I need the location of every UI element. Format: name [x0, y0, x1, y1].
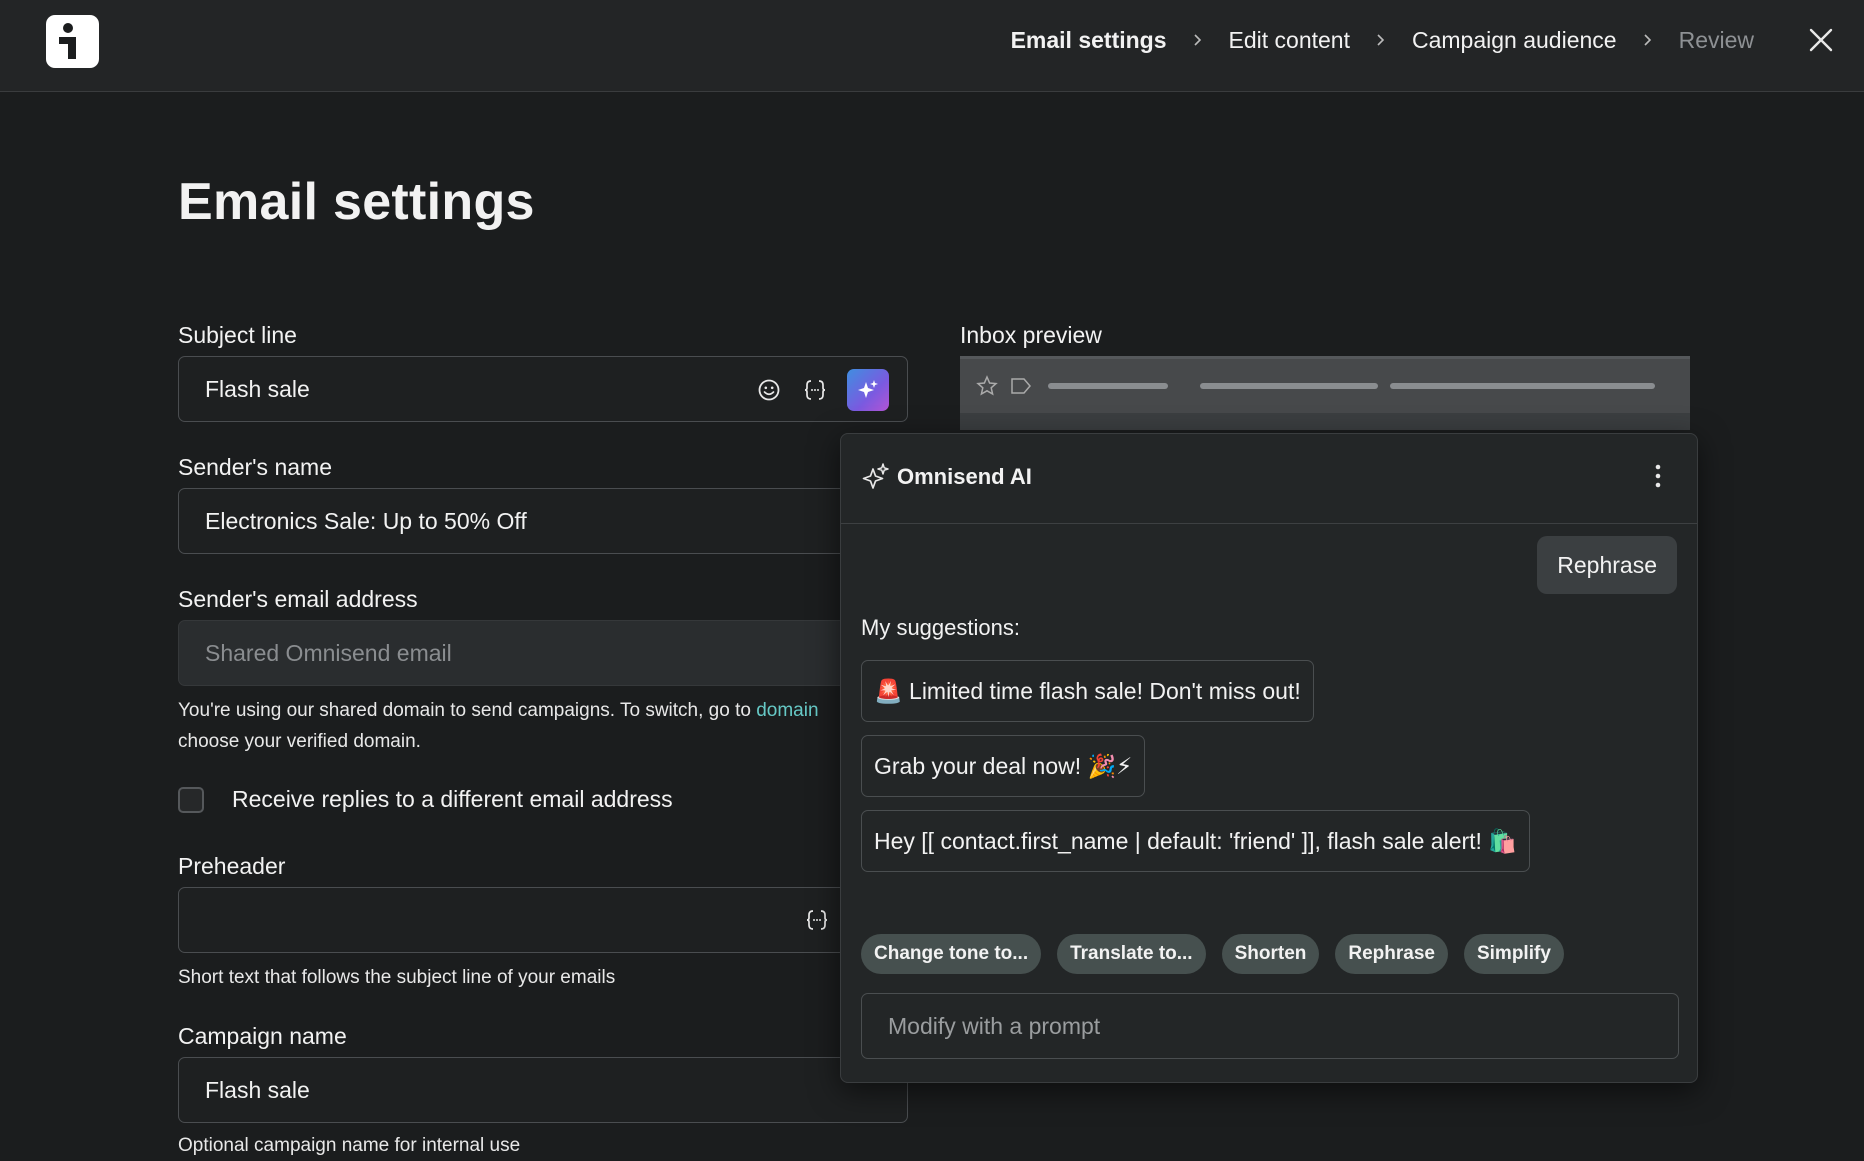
- chip-translate[interactable]: Translate to...: [1057, 934, 1206, 974]
- chip-simplify[interactable]: Simplify: [1463, 934, 1564, 974]
- suggestion-item[interactable]: Hey [[ contact.first_name | default: 'fr…: [861, 810, 1530, 872]
- email-settings-page: Email settings Edit content Campaign aud…: [0, 0, 1864, 1161]
- step-review[interactable]: Review: [1679, 27, 1754, 54]
- close-icon[interactable]: [1806, 25, 1836, 55]
- sender-email-helper: You're using our shared domain to send c…: [178, 695, 878, 757]
- ai-panel-title: Omnisend AI: [897, 464, 1032, 489]
- subject-line-input[interactable]: Flash sale: [178, 356, 908, 422]
- campaign-name-label: Campaign name: [178, 1023, 347, 1049]
- chevron-right-icon: [1644, 34, 1651, 46]
- suggestion-item[interactable]: Grab your deal now! 🎉⚡: [861, 735, 1146, 797]
- sparkle-icon: [862, 463, 889, 489]
- star-icon: [976, 375, 998, 396]
- ai-prompt-input[interactable]: Modify with a prompt: [861, 993, 1679, 1059]
- personalization-tag-icon[interactable]: [801, 376, 829, 404]
- campaign-name-helper: Optional campaign name for internal use: [178, 1135, 521, 1156]
- helper-text-line2: choose your verified domain.: [178, 731, 421, 752]
- preheader-helper: Short text that follows the subject line…: [178, 967, 616, 988]
- top-bar: Email settings Edit content Campaign aud…: [0, 0, 1864, 92]
- chevron-right-icon: [1193, 34, 1201, 46]
- campaign-name-value: Flash sale: [205, 1076, 310, 1103]
- replies-checkbox-label[interactable]: Receive replies to a different email add…: [232, 786, 673, 813]
- chip-shorten[interactable]: Shorten: [1221, 934, 1320, 974]
- preheader-label: Preheader: [178, 853, 286, 879]
- personalization-tag-icon[interactable]: [803, 906, 831, 934]
- wizard-steps: Email settings Edit content Campaign aud…: [1011, 0, 1754, 80]
- sender-name-input[interactable]: Electronics Sale: Up to 50% Off: [178, 488, 908, 554]
- sender-name-label: Sender's name: [178, 454, 332, 480]
- helper-text: You're using our shared domain to send c…: [178, 700, 757, 721]
- subject-line-value: Flash sale: [205, 375, 310, 402]
- sender-email-input: Shared Omnisend email: [178, 620, 908, 686]
- more-options-icon[interactable]: [1655, 464, 1661, 488]
- sender-email-value: Shared Omnisend email: [205, 639, 452, 666]
- inbox-preview-label: Inbox preview: [960, 322, 1102, 348]
- chevron-right-icon: [1377, 34, 1385, 46]
- sparkle-icon: [858, 380, 878, 398]
- domain-link[interactable]: domain: [756, 700, 818, 721]
- omnisend-logo[interactable]: [46, 15, 99, 68]
- step-campaign-audience[interactable]: Campaign audience: [1412, 27, 1617, 54]
- campaign-name-input[interactable]: Flash sale: [178, 1057, 908, 1123]
- label-tag-icon: [1011, 378, 1031, 394]
- subject-line-label: Subject line: [178, 322, 297, 348]
- inbox-preview-row: [960, 359, 1690, 413]
- omnisend-ai-panel: Omnisend AI Rephrase My suggestions: 🚨 L…: [840, 433, 1698, 1083]
- chip-change-tone[interactable]: Change tone to...: [861, 934, 1042, 974]
- emoji-icon[interactable]: [755, 376, 783, 404]
- step-email-settings[interactable]: Email settings: [1011, 27, 1167, 54]
- page-title: Email settings: [178, 173, 535, 231]
- sender-name-value: Electronics Sale: Up to 50% Off: [205, 507, 527, 534]
- suggestion-item[interactable]: 🚨 Limited time flash sale! Don't miss ou…: [861, 660, 1314, 722]
- chip-rephrase[interactable]: Rephrase: [1335, 934, 1448, 974]
- user-message-bubble: Rephrase: [1537, 536, 1677, 594]
- replies-checkbox[interactable]: [178, 786, 204, 813]
- sender-email-label: Sender's email address: [178, 586, 418, 612]
- ai-panel-header: Omnisend AI: [841, 434, 1697, 524]
- inbox-preview: [960, 356, 1690, 430]
- step-edit-content[interactable]: Edit content: [1229, 27, 1350, 54]
- preheader-input[interactable]: [178, 887, 908, 953]
- replies-checkbox-row[interactable]: Receive replies to a different email add…: [178, 786, 673, 813]
- suggestions-label: My suggestions:: [861, 615, 1020, 640]
- quick-action-chips: Change tone to... Translate to... Shorte…: [861, 934, 1564, 974]
- ai-assistant-button[interactable]: [847, 369, 889, 411]
